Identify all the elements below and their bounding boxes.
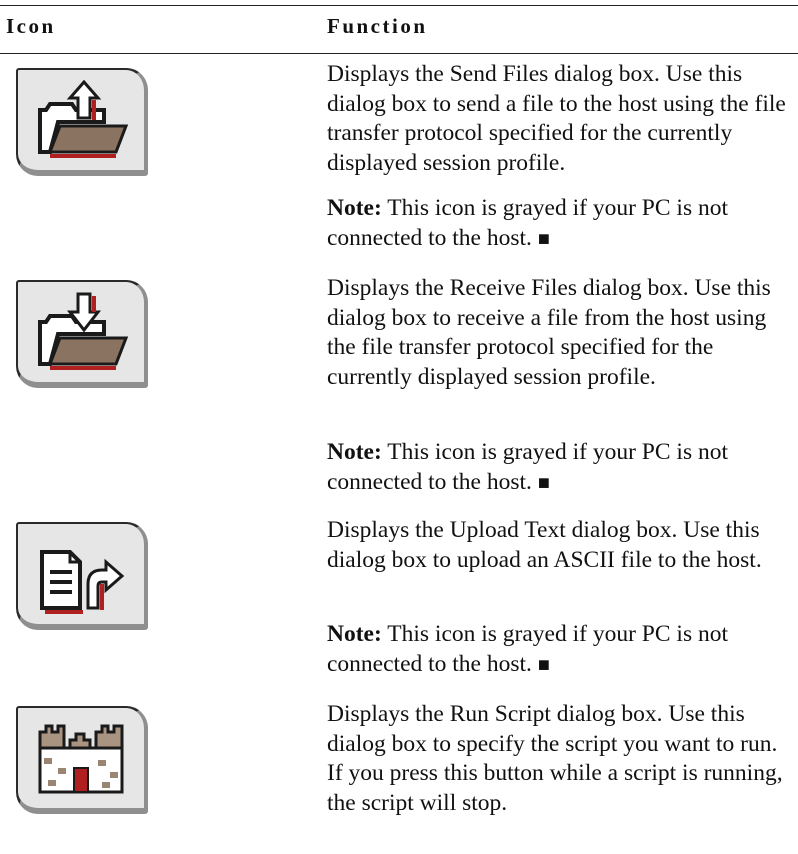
end-mark: ■ [537,227,550,250]
send-files-button[interactable] [16,68,148,176]
note-label: Note: [327,195,382,221]
note-text: This icon is grayed if your PC is not co… [327,621,728,677]
note-text: This icon is grayed if your PC is not co… [327,195,728,251]
top-rule [0,5,798,6]
send-files-note: Note: This icon is grayed if your PC is … [327,194,787,254]
icon-column-header: Icon [6,14,56,38]
header-rule [0,53,798,54]
receive-files-note: Note: This icon is grayed if your PC is … [327,438,787,498]
run-script-description: Displays the Run Script dialog box. Use … [327,701,783,816]
send-files-description: Displays the Send Files dialog box. Use … [327,61,786,176]
upload-text-button[interactable] [16,522,148,630]
end-mark: ■ [537,653,550,676]
note-text: This icon is grayed if your PC is not co… [327,439,728,495]
end-mark: ■ [537,471,550,494]
run-script-button[interactable] [16,706,148,814]
upload-text-description: Displays the Upload Text dialog box. Use… [327,517,762,573]
receive-files-button[interactable] [16,280,148,388]
note-label: Note: [327,439,382,465]
upload-text-note: Note: This icon is grayed if your PC is … [327,620,787,680]
receive-files-description: Displays the Receive Files dialog box. U… [327,275,771,390]
function-column-header: Function [327,14,428,38]
note-label: Note: [327,621,382,647]
